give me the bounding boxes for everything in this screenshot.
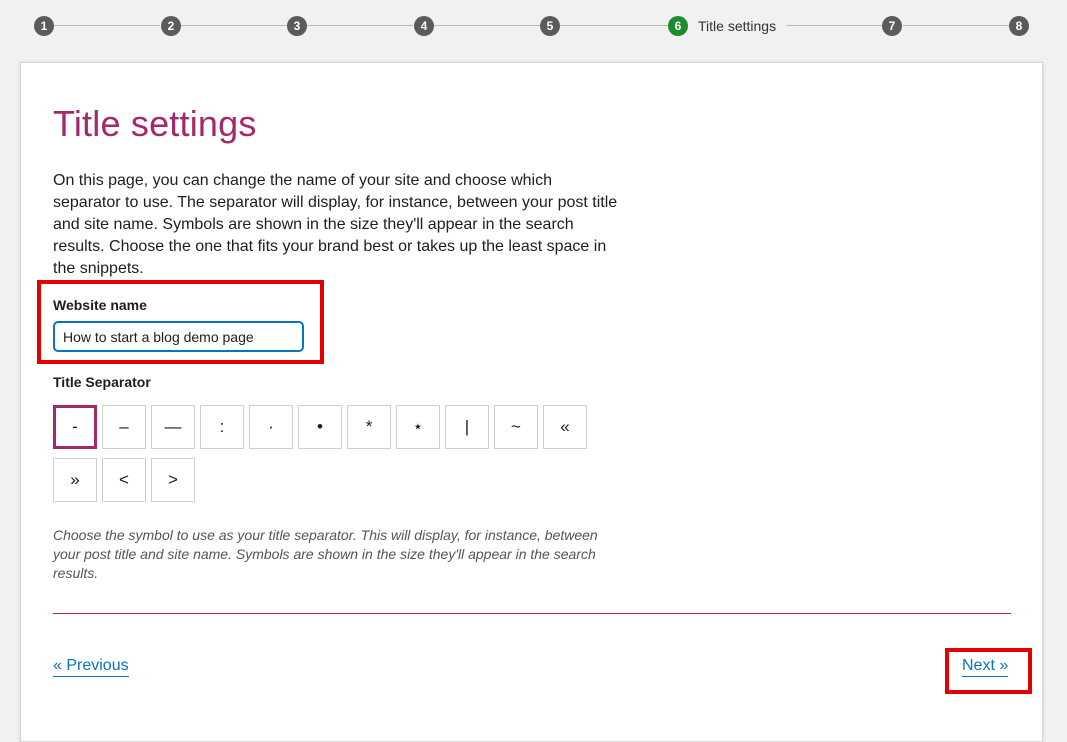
step-label: Title settings [698,18,777,34]
separator-option-pipe[interactable]: | [445,405,489,449]
separator-option-left-guillemet[interactable]: « [543,405,587,449]
step-connector [307,25,413,26]
step-connector [181,25,287,26]
page-title: Title settings [53,103,257,144]
step-number: 6 [668,16,688,36]
separator-help-text: Choose the symbol to use as your title s… [53,527,598,581]
separator-option-em-dash[interactable]: — [151,405,195,449]
step-number: 7 [882,16,902,36]
step-7[interactable]: 7 [882,16,902,36]
separator-option-en-dash[interactable]: – [102,405,146,449]
step-number: 3 [287,16,307,36]
step-2[interactable]: 2 [161,16,181,36]
step-connector [54,25,160,26]
step-8[interactable]: 8 [1009,16,1029,36]
title-separator-label: Title Separator [53,374,151,390]
separator-option-tilde[interactable]: ~ [494,405,538,449]
separator-option-greater-than[interactable]: > [151,458,195,502]
step-4[interactable]: 4 [414,16,434,36]
step-number: 4 [414,16,434,36]
separator-option-low-asterisk[interactable]: ⋆ [396,405,440,449]
separator-option-hyphen[interactable]: - [53,405,97,449]
website-name-input[interactable] [53,321,304,352]
website-name-label: Website name [53,297,147,313]
intro-text: On this page, you can change the name of… [53,172,618,277]
separator-option-middle-dot[interactable]: · [249,405,293,449]
step-number: 5 [540,16,560,36]
step-connector [786,25,882,26]
step-6-current[interactable]: 6 Title settings [668,16,776,36]
step-number: 1 [34,16,54,36]
step-3[interactable]: 3 [287,16,307,36]
step-connector [560,25,668,26]
progress-stepper: 1 2 3 4 5 6 Title settings 7 8 [0,0,1067,52]
step-1[interactable]: 1 [34,16,54,36]
step-number: 2 [161,16,181,36]
step-connector [903,25,1009,26]
previous-link[interactable]: « Previous [53,657,129,677]
separator-option-less-than[interactable]: < [102,458,146,502]
separator-option-asterisk[interactable]: * [347,405,391,449]
separator-option-right-guillemet[interactable]: » [53,458,97,502]
step-5[interactable]: 5 [540,16,560,36]
separator-option-colon[interactable]: : [200,405,244,449]
step-number: 8 [1009,16,1029,36]
next-link[interactable]: Next » [962,657,1009,677]
step-connector [434,25,540,26]
separator-option-bullet[interactable]: • [298,405,342,449]
section-divider [53,613,1011,614]
wizard-card: Title settings On this page, you can cha… [20,62,1043,742]
